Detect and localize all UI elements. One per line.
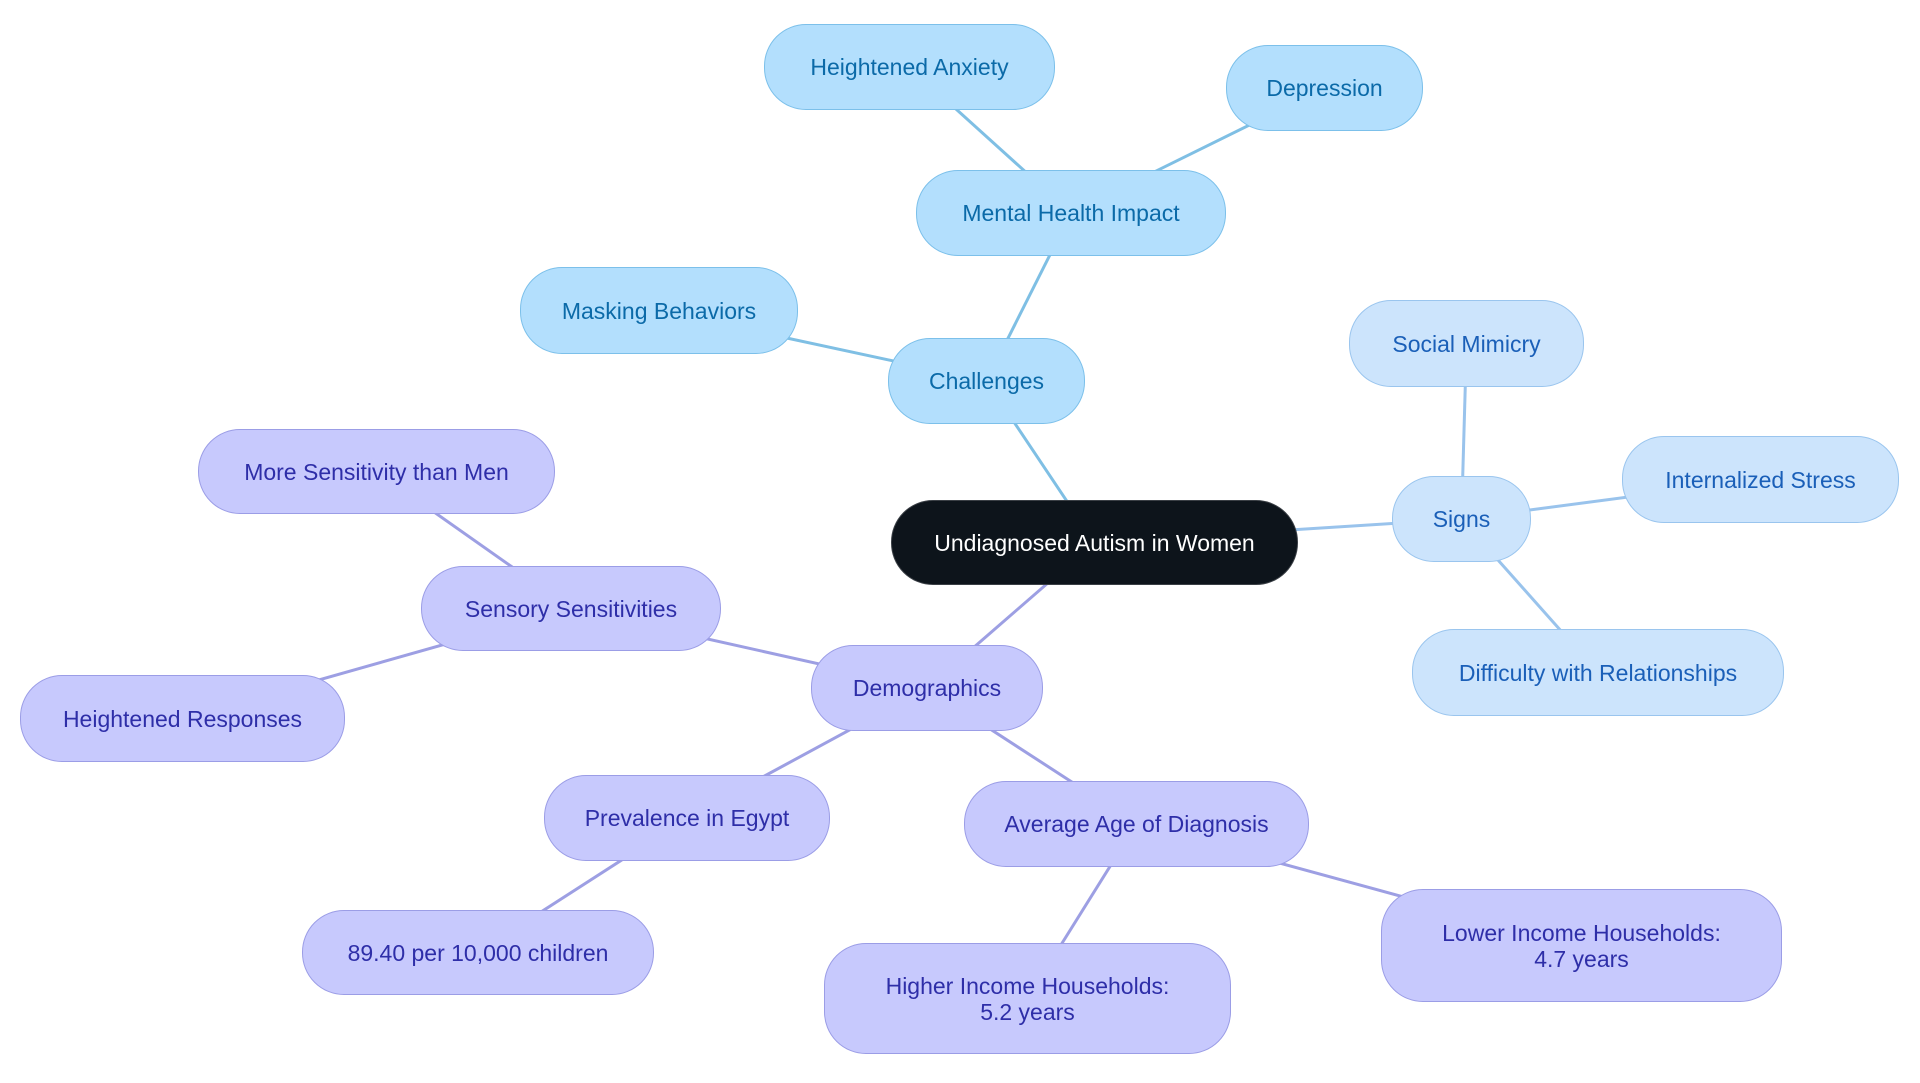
node-difficulty-with-relationships[interactable]: Difficulty with Relationships <box>1412 629 1784 716</box>
node-label: Heightened Anxiety <box>810 54 1009 80</box>
node-sensory-sensitivities[interactable]: Sensory Sensitivities <box>421 566 721 651</box>
node-prevalence-value[interactable]: 89.40 per 10,000 children <box>302 910 654 995</box>
node-label: Higher Income Households: 5.2 years <box>885 972 1170 1025</box>
node-label: Masking Behaviors <box>561 297 757 324</box>
node-mental-health-impact[interactable]: Mental Health Impact <box>916 170 1226 256</box>
node-label: Social Mimicry <box>1392 330 1541 357</box>
node-label: Lower Income Households: 4.7 years <box>1442 919 1721 972</box>
node-more-sensitivity-than-men[interactable]: More Sensitivity than Men <box>198 429 555 514</box>
node-root-undiagnosed-autism[interactable]: Undiagnosed Autism in Women <box>891 500 1298 585</box>
node-depression[interactable]: Depression <box>1226 45 1423 131</box>
node-label: 89.40 per 10,000 children <box>347 939 609 966</box>
node-label: Sensory Sensitivities <box>464 595 678 622</box>
node-heightened-anxiety[interactable]: Heightened Anxiety <box>764 24 1055 110</box>
node-heightened-responses[interactable]: Heightened Responses <box>20 675 345 762</box>
node-label: Challenges <box>928 368 1045 394</box>
node-label: Internalized Stress <box>1665 466 1856 493</box>
node-label: Mental Health Impact <box>962 200 1180 226</box>
node-label: Prevalence in Egypt <box>584 805 790 831</box>
node-higher-income-households[interactable]: Higher Income Households: 5.2 years <box>824 943 1231 1054</box>
node-label: Average Age of Diagnosis <box>1004 811 1269 837</box>
node-label: Signs <box>1432 506 1491 532</box>
node-challenges[interactable]: Challenges <box>888 338 1085 424</box>
node-signs[interactable]: Signs <box>1392 476 1531 562</box>
node-demographics[interactable]: Demographics <box>811 645 1043 731</box>
node-label: Depression <box>1266 75 1383 101</box>
node-masking-behaviors[interactable]: Masking Behaviors <box>520 267 798 354</box>
node-label: Demographics <box>852 675 1002 701</box>
node-average-age-of-diagnosis[interactable]: Average Age of Diagnosis <box>964 781 1309 867</box>
node-label: Difficulty with Relationships <box>1458 659 1738 686</box>
node-label: More Sensitivity than Men <box>244 458 509 485</box>
node-label: Heightened Responses <box>62 705 303 732</box>
node-internalized-stress[interactable]: Internalized Stress <box>1622 436 1899 523</box>
node-prevalence-in-egypt[interactable]: Prevalence in Egypt <box>544 775 830 861</box>
node-label: Undiagnosed Autism in Women <box>934 529 1255 556</box>
node-social-mimicry[interactable]: Social Mimicry <box>1349 300 1584 387</box>
node-lower-income-households[interactable]: Lower Income Households: 4.7 years <box>1381 889 1782 1002</box>
